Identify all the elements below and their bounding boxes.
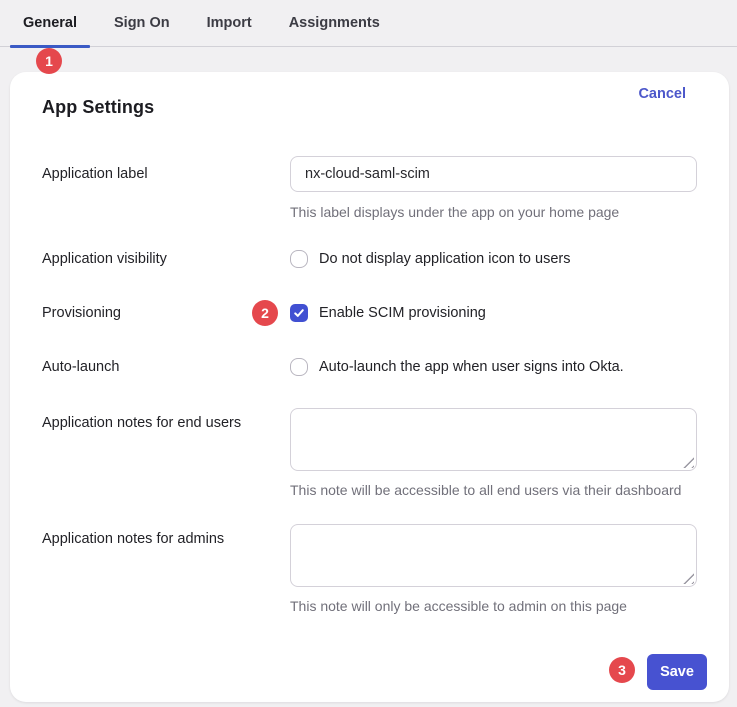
save-button[interactable]: Save xyxy=(647,654,707,690)
row-application-visibility: Application visibility Do not display ap… xyxy=(42,250,697,268)
auto-launch-checkbox[interactable] xyxy=(290,358,308,376)
application-label-label: Application label xyxy=(42,156,290,220)
visibility-checkbox-label[interactable]: Do not display application icon to users xyxy=(319,251,570,267)
tab-import-label: Import xyxy=(207,15,252,31)
annotation-badge-1: 1 xyxy=(36,48,62,74)
row-provisioning: Provisioning Enable SCIM provisioning xyxy=(42,304,697,322)
tab-sign-on-label: Sign On xyxy=(114,15,170,31)
notes-end-users-helper: This note will be accessible to all end … xyxy=(290,482,697,498)
application-label-input[interactable] xyxy=(290,156,697,192)
tab-sign-on[interactable]: Sign On xyxy=(114,0,170,47)
cancel-button[interactable]: Cancel xyxy=(638,86,686,102)
row-notes-admins: Application notes for admins This note w… xyxy=(42,524,697,614)
app-settings-panel: App Settings Cancel Application label Th… xyxy=(10,72,729,702)
tab-general[interactable]: General xyxy=(23,0,77,47)
notes-admins-helper: This note will only be accessible to adm… xyxy=(290,598,697,614)
page-title: App Settings xyxy=(42,97,154,118)
notes-admins-label: Application notes for admins xyxy=(42,524,290,614)
application-label-helper: This label displays under the app on you… xyxy=(290,204,697,220)
row-notes-end-users: Application notes for end users This not… xyxy=(42,408,697,498)
notes-admins-textarea[interactable] xyxy=(290,524,697,587)
tab-bar: General Sign On Import Assignments xyxy=(0,0,737,47)
notes-end-users-label: Application notes for end users xyxy=(42,408,290,498)
annotation-badge-3: 3 xyxy=(609,657,635,683)
tab-import[interactable]: Import xyxy=(207,0,252,47)
auto-launch-label: Auto-launch xyxy=(42,359,290,375)
scim-provisioning-checkbox-label[interactable]: Enable SCIM provisioning xyxy=(319,305,486,321)
tab-general-label: General xyxy=(23,15,77,31)
visibility-checkbox[interactable] xyxy=(290,250,308,268)
auto-launch-checkbox-label[interactable]: Auto-launch the app when user signs into… xyxy=(319,359,624,375)
annotation-badge-2: 2 xyxy=(252,300,278,326)
row-application-label: Application label This label displays un… xyxy=(42,156,697,220)
notes-end-users-textarea[interactable] xyxy=(290,408,697,471)
scim-provisioning-checkbox[interactable] xyxy=(290,304,308,322)
tab-assignments[interactable]: Assignments xyxy=(289,0,380,47)
row-auto-launch: Auto-launch Auto-launch the app when use… xyxy=(42,358,697,376)
check-icon xyxy=(293,307,305,319)
application-visibility-label: Application visibility xyxy=(42,251,290,267)
tab-assignments-label: Assignments xyxy=(289,15,380,31)
